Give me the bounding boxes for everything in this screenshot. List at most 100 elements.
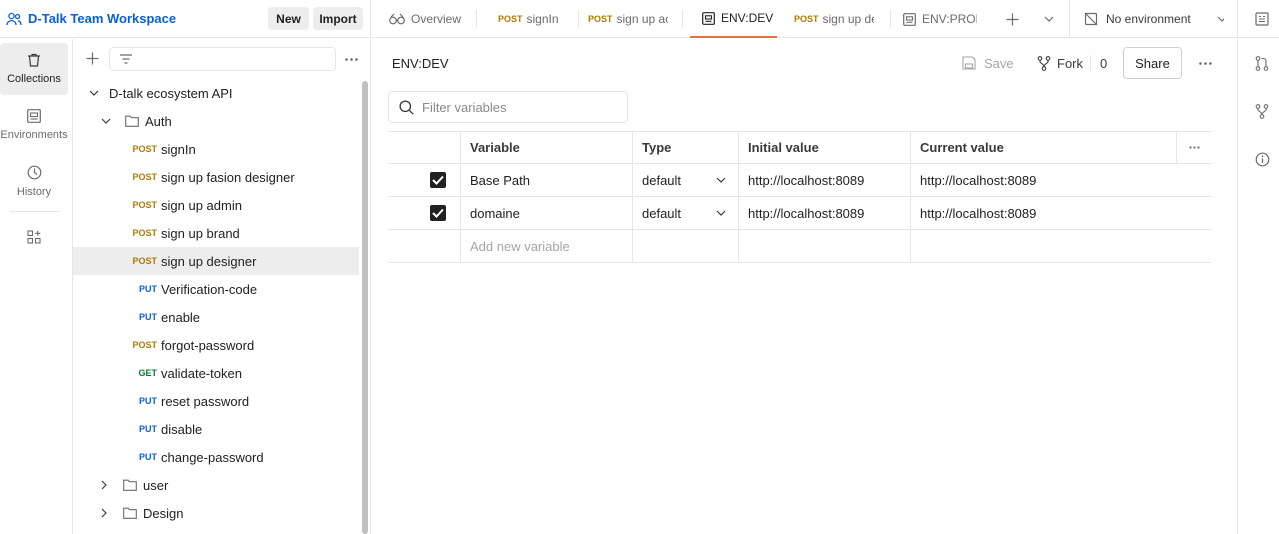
request-method-badge: POST — [132, 256, 157, 266]
variable-name-cell[interactable]: Base Path — [460, 164, 632, 196]
fork-icon[interactable] — [1254, 103, 1270, 119]
rail-configure-workbench[interactable] — [0, 225, 68, 255]
more-options-icon[interactable] — [1199, 62, 1212, 65]
request-method-badge: POST — [132, 172, 157, 182]
tree-request-item[interactable]: POST sign up fasion designer — [73, 163, 359, 191]
tree-folder-design[interactable]: Design — [73, 499, 359, 527]
folder-icon — [123, 507, 137, 519]
fork-count: 0 — [1100, 55, 1108, 71]
tree-request-item[interactable]: PUT enable — [73, 303, 359, 331]
chevron-down-icon — [1044, 16, 1054, 22]
share-button[interactable]: Share — [1123, 47, 1182, 79]
tree-collection[interactable]: D-talk ecosystem API — [73, 79, 359, 107]
pull-request-icon[interactable] — [1254, 55, 1270, 71]
column-options-button[interactable] — [1176, 132, 1211, 163]
tabs-dropdown-button[interactable] — [1042, 0, 1056, 38]
tree-request-item[interactable]: POST sign up admin — [73, 191, 359, 219]
workspace-title[interactable]: D-Talk Team Workspace — [28, 11, 176, 26]
tab-sign-up-designer[interactable]: POST sign up de — [794, 0, 874, 38]
variable-enabled-cell — [388, 164, 460, 196]
variable-current-value-cell[interactable]: http://localhost:8089 — [910, 197, 1211, 229]
new-tab-button[interactable] — [1004, 0, 1020, 38]
request-name: sign up brand — [161, 225, 240, 241]
tab-label: Overview — [411, 12, 462, 26]
variable-name-cell[interactable]: domaine — [460, 197, 632, 229]
variables-table: Variable Type Initial value Current valu… — [388, 131, 1211, 263]
tab-label: ENV:DEV — [721, 11, 774, 25]
environment-selector-label: No environment — [1106, 12, 1191, 26]
history-clock-icon — [27, 165, 42, 186]
variable-initial-value-cell[interactable]: http://localhost:8089 — [738, 164, 910, 196]
tree-request-item[interactable]: GET validate-token — [73, 359, 359, 387]
filter-icon — [120, 54, 132, 64]
tree-request-item[interactable]: PUT disable — [73, 415, 359, 443]
sidebar-filter-input[interactable] — [109, 47, 336, 71]
tree-request-item[interactable]: POST sign up brand — [73, 219, 359, 247]
variable-enabled-checkbox[interactable] — [430, 172, 446, 188]
tab-sign-up-admin[interactable]: POST sign up ac — [588, 0, 668, 38]
tab-label: sign up de — [822, 12, 874, 26]
request-name: sign up fasion designer — [161, 169, 295, 185]
request-method-badge: PUT — [139, 284, 157, 294]
tree-request-item[interactable]: POST forgot-password — [73, 331, 359, 359]
tab-divider — [890, 10, 891, 28]
request-name: forgot-password — [161, 337, 255, 353]
info-icon[interactable] — [1254, 151, 1270, 167]
chevron-down-icon — [716, 210, 726, 216]
folder-icon — [123, 479, 137, 491]
variable-current-value-cell[interactable]: http://localhost:8089 — [910, 164, 1211, 196]
tree-request-item[interactable]: PUT reset password — [73, 387, 359, 415]
checkmark-icon — [432, 208, 444, 218]
new-button[interactable]: New — [268, 7, 309, 30]
checkmark-icon — [432, 175, 444, 185]
column-header-variable: Variable — [460, 132, 632, 163]
empty-cell — [388, 230, 460, 262]
rail-label: Collections — [7, 73, 61, 85]
variable-initial-value-cell[interactable]: http://localhost:8089 — [738, 197, 910, 229]
tab-signin[interactable]: POST signIn — [498, 0, 578, 38]
add-new-variable-input[interactable]: Add new variable — [460, 230, 632, 262]
tree-folder-user[interactable]: user — [73, 471, 359, 499]
tree-request-item[interactable]: PUT Verification-code — [73, 275, 359, 303]
variable-type-select[interactable]: default — [632, 197, 738, 229]
more-options-icon[interactable] — [345, 58, 358, 61]
quick-look-icon — [1255, 12, 1269, 26]
variable-enabled-checkbox[interactable] — [430, 205, 446, 221]
tree-request-item[interactable]: PUT change-password — [73, 443, 359, 471]
sidebar-scrollbar[interactable] — [362, 81, 368, 534]
rail-collections[interactable]: Collections — [0, 43, 68, 95]
tab-method: POST — [588, 14, 613, 24]
fork-button[interactable]: Fork — [1037, 47, 1083, 79]
filter-variables-input[interactable] — [422, 99, 612, 115]
variable-type-select[interactable]: default — [632, 164, 738, 196]
request-name: signIn — [161, 141, 196, 157]
tab-env-prod[interactable]: ENV:PROD — [903, 0, 977, 38]
tree-folder-auth[interactable]: Auth — [73, 107, 359, 135]
tree-request-item[interactable]: POST signIn — [73, 135, 359, 163]
environment-icon — [903, 12, 916, 26]
tree-request-item[interactable]: POST sign up designer — [73, 247, 359, 275]
tab-method: POST — [794, 14, 819, 24]
fork-divider — [1090, 55, 1091, 71]
request-name: enable — [161, 309, 201, 325]
tab-env-dev[interactable]: ENV:DEV — [690, 0, 777, 38]
tab-method: POST — [498, 14, 523, 24]
request-name: sign up admin — [161, 197, 242, 213]
tab-overview[interactable]: Overview — [389, 0, 489, 38]
rail-environments[interactable]: Environments — [0, 99, 68, 151]
request-method-badge: PUT — [139, 396, 157, 406]
folder-icon — [125, 115, 139, 127]
plus-icon[interactable] — [86, 52, 99, 65]
rail-history[interactable]: History — [0, 155, 68, 207]
variable-row: Base Path default http://localhost:8089 htt… — [388, 164, 1211, 197]
tab-label: ENV:PROD — [922, 12, 977, 26]
import-button[interactable]: Import — [313, 7, 363, 30]
chevron-down-icon — [1217, 16, 1224, 22]
header-select-cell — [388, 132, 460, 163]
right-rail — [1237, 39, 1279, 534]
environment-quick-look-button[interactable] — [1254, 0, 1270, 38]
environment-selector[interactable]: No environment — [1084, 0, 1224, 38]
empty-cell — [632, 230, 738, 262]
save-button[interactable]: Save — [962, 47, 1014, 79]
collection-name: D-talk ecosystem API — [109, 85, 233, 101]
